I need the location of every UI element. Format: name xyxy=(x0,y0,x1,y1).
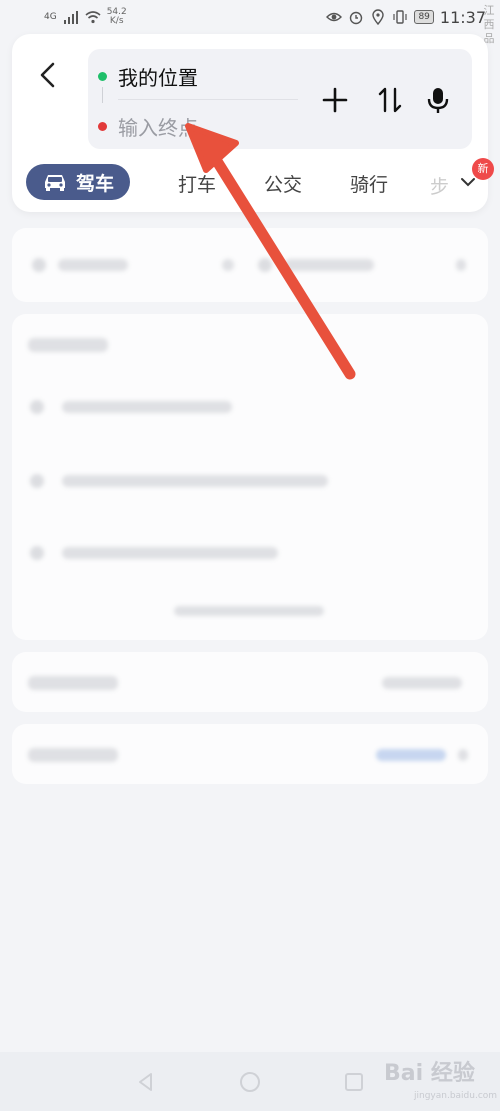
new-badge: 新 xyxy=(472,158,494,180)
network-label: 4G xyxy=(44,12,57,22)
swap-route-button[interactable] xyxy=(375,85,405,115)
status-left: 4G 54.2 K/s xyxy=(44,8,127,26)
blurred-favorites-card xyxy=(12,652,488,712)
start-point-row[interactable]: 我的位置 xyxy=(98,62,198,91)
watermark-url: jingyan.baidu.com xyxy=(414,1091,498,1101)
transport-mode-tabs: 驾车 打车 公交 骑行 步 新 xyxy=(26,158,494,204)
tab-taxi[interactable]: 打车 xyxy=(178,170,216,197)
status-bar: 4G 54.2 K/s 89 11:37 江西品 xyxy=(0,0,500,45)
nav-home-icon[interactable] xyxy=(238,1070,262,1094)
end-point-row[interactable]: 输入终点 xyxy=(98,112,198,141)
blurred-heading xyxy=(28,338,108,352)
blurred-link xyxy=(376,749,446,761)
blurred-heading xyxy=(28,748,118,762)
alarm-icon xyxy=(350,11,363,25)
start-dot-icon xyxy=(98,72,107,81)
signal-icon xyxy=(63,11,78,24)
blurred-work-icon xyxy=(258,258,272,272)
add-waypoint-button[interactable] xyxy=(320,85,350,115)
location-icon xyxy=(372,9,385,25)
blurred-heading xyxy=(28,676,118,690)
route-input-box: 我的位置 输入终点 xyxy=(88,49,472,149)
car-icon xyxy=(44,175,65,191)
blurred-text xyxy=(458,749,468,761)
tab-transit[interactable]: 公交 xyxy=(264,170,302,197)
network-speed-unit: K/s xyxy=(109,16,124,26)
blurred-settings-card xyxy=(12,724,488,784)
blurred-text xyxy=(284,259,374,271)
route-connector xyxy=(102,87,103,103)
nav-back-icon[interactable] xyxy=(134,1070,158,1094)
eye-icon xyxy=(326,12,343,22)
wifi-icon xyxy=(85,11,101,24)
blurred-text xyxy=(58,259,128,271)
blurred-history-icon xyxy=(30,474,44,488)
nav-recents-icon[interactable] xyxy=(342,1070,366,1094)
blurred-history-icon xyxy=(30,546,44,560)
vibrate-icon xyxy=(393,10,408,24)
edge-text: 江西品 xyxy=(483,4,495,45)
tab-driving[interactable]: 驾车 xyxy=(26,164,130,200)
route-header-card: 我的位置 输入终点 驾车 打车 公交 骑行 步 新 xyxy=(12,34,494,212)
tab-cycling[interactable]: 骑行 xyxy=(350,170,388,197)
blurred-text xyxy=(62,401,232,413)
blurred-home-icon xyxy=(32,258,46,272)
blurred-history-card xyxy=(12,314,488,640)
blurred-quick-route-card xyxy=(12,228,488,302)
back-button[interactable] xyxy=(34,58,62,92)
blurred-text xyxy=(62,475,328,487)
tab-walking-partial[interactable]: 步 xyxy=(430,172,449,199)
route-divider xyxy=(118,99,298,100)
blurred-text xyxy=(222,259,234,271)
blurred-text xyxy=(382,677,462,689)
blurred-history-icon xyxy=(30,400,44,414)
blurred-text xyxy=(456,259,466,271)
end-point-input[interactable]: 输入终点 xyxy=(118,112,198,141)
network-speed: 54.2 K/s xyxy=(107,8,127,26)
watermark-logo: Bai 经验 xyxy=(384,1061,475,1086)
battery-icon: 89 xyxy=(414,10,434,24)
blurred-text xyxy=(174,606,324,616)
start-point-field[interactable]: 我的位置 xyxy=(118,62,198,91)
end-dot-icon xyxy=(98,122,107,131)
status-right: 89 11:37 xyxy=(326,8,486,27)
blurred-text xyxy=(62,547,278,559)
voice-input-button[interactable] xyxy=(423,85,453,115)
tab-driving-label: 驾车 xyxy=(75,172,114,195)
clock: 11:37 xyxy=(439,7,486,27)
